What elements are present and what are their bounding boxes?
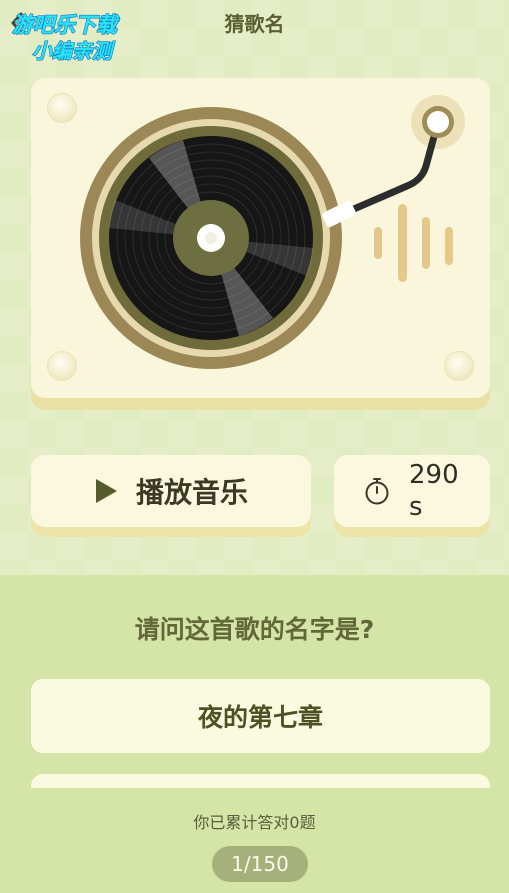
watermark-logo: 游吧乐下载 小编亲测 [11, 12, 120, 63]
correct-count-text: 你已累计答对0题 [193, 813, 316, 832]
tonearm [322, 95, 465, 228]
answer-list-clip [0, 770, 509, 788]
turntable-graphic [80, 95, 465, 369]
play-music-button[interactable]: 播放音乐 [31, 455, 311, 537]
watermark-line1: 游吧乐下载 [12, 13, 120, 37]
question-text: 请问这首歌的名字是? [134, 615, 375, 644]
stopwatch-icon [365, 478, 389, 505]
question-progress-badge: 1/150 [212, 846, 308, 882]
record-player [31, 78, 490, 410]
play-music-label: 播放音乐 [135, 476, 248, 509]
answer-option[interactable]: 夜的第七章 [31, 679, 490, 753]
vinyl-record-icon [109, 136, 313, 340]
header: 猜歌名 游吧乐下载 小编亲测 [0, 0, 509, 64]
timer-value: 290 s [409, 460, 459, 522]
watermark-line2: 小编亲测 [32, 39, 116, 63]
countdown-timer: 290 s [334, 455, 490, 537]
sound-wave-icon [374, 204, 453, 282]
play-icon [95, 479, 117, 503]
answer-option-partial[interactable] [31, 774, 490, 788]
